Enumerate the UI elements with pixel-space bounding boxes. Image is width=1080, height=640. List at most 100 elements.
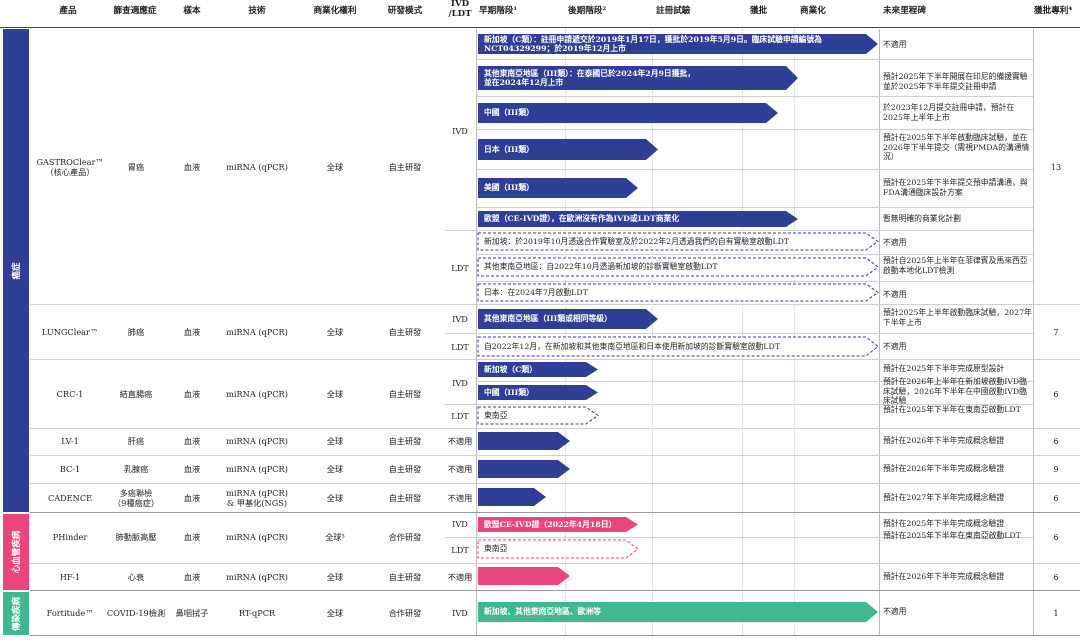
- pipeline-arrow: 新加坡（C類）: [478, 362, 598, 377]
- commercial-rights: 全球: [326, 572, 344, 582]
- header-divider: [0, 27, 1080, 28]
- technology: miRNA (qPCR): [226, 572, 288, 582]
- product-name: LV-1: [61, 436, 79, 446]
- milestone-text: 暫無明確的商業化計劃: [883, 214, 961, 223]
- sample: 血液: [183, 464, 201, 474]
- pipeline-label: 歐盟CE-IVD證（2022年4月18日）: [484, 519, 617, 529]
- row-divider: [30, 359, 1080, 360]
- milestone-text: 預計2025年上半年啟動臨床試驗，2027年下半年上市: [883, 308, 1032, 327]
- indication: 胃癌: [127, 162, 145, 172]
- patents-left-border: [1033, 29, 1034, 635]
- pipeline-arrow: [478, 567, 570, 585]
- commercial-rights: 全球: [326, 389, 344, 399]
- header-milestone: 未來里程碑: [883, 6, 926, 16]
- rd-model: 合作研發: [388, 532, 422, 542]
- pipeline-arrow: 其他東南亞地區：自2022年10月透過新加坡的診斷實驗室啟動LDT: [477, 257, 879, 277]
- pipeline-label: 自2022年12月，在新加坡和其他東南亞地區和日本使用新加坡的診斷實驗室啟動LD…: [484, 341, 780, 351]
- technology: RT-qPCR: [238, 608, 276, 618]
- product-name: CRC-1: [56, 389, 84, 399]
- header-commercial: 商業化: [800, 6, 826, 16]
- type-label: IVD: [452, 314, 468, 324]
- milestone-text: 預計在2025年下半年啟動臨床試驗，並在2026年下半年提交（需視PMDA的溝通…: [883, 133, 1030, 161]
- pipeline-arrow: 歐盟（CE-IVD證），在歐洲沒有作為IVD或LDT商業化: [478, 211, 798, 227]
- product-name: LUNGClear™: [41, 327, 99, 337]
- header-indication: 篩查適應症: [113, 6, 157, 16]
- milestone-text: 預計在2026年下半年完成概念驗證: [883, 572, 1005, 581]
- row-divider: [30, 428, 1080, 429]
- type-label: 不適用: [447, 493, 473, 503]
- commercial-rights: 全球³: [325, 532, 345, 542]
- product-name: GASTROClear™ （核心產品）: [36, 157, 104, 177]
- pipeline-arrow: 新加坡、其他東南亞地區、歐洲等: [478, 602, 878, 622]
- category-infectious: 傳染疾病: [3, 592, 29, 635]
- pipeline-label: 美國（III類）: [484, 183, 534, 193]
- row-divider: [476, 207, 1033, 208]
- technology: miRNA (qPCR): [226, 532, 288, 542]
- commercial-rights: 全球: [326, 493, 344, 503]
- rd-model: 自主研發: [388, 493, 422, 503]
- commercial-rights: 全球: [326, 327, 344, 337]
- sample: 血液: [183, 327, 201, 337]
- milestone-text: 預計在2026年下半年完成概念驗證: [883, 436, 1005, 445]
- type-label: IVD: [452, 608, 468, 618]
- patent-count: 6: [1053, 572, 1059, 582]
- milestone-text: 預計在2025年下半年提交預申請溝通，與FDA溝通臨床設計方案: [883, 178, 1028, 197]
- milestone-text: 預計在2027年下半年完成概念驗證: [883, 493, 1005, 502]
- milestone-text: 不適用: [883, 342, 907, 351]
- indication: 結直腸癌: [119, 389, 153, 399]
- technology: miRNA (qPCR): [226, 162, 288, 172]
- row-divider: [30, 590, 1080, 591]
- product-name: HF-1: [59, 572, 81, 582]
- pipeline-arrow: [478, 460, 570, 478]
- rd-model: 自主研發: [388, 436, 422, 446]
- type-label: 不適用: [447, 436, 473, 446]
- pipeline-arrow: 東南亞: [477, 406, 599, 425]
- commercial-rights: 全球: [326, 436, 344, 446]
- milestone-text: 預計自2025年上半年在菲律賓及馬來西亞啟動本地化LDT檢測: [883, 256, 1028, 275]
- technology: miRNA (qPCR): [226, 327, 288, 337]
- pipeline-label: 其他東南亞地區：自2022年10月透過新加坡的診斷實驗室啟動LDT: [484, 262, 718, 272]
- sample: 鼻咽拭子: [175, 608, 209, 618]
- row-divider: [445, 333, 1033, 334]
- category-label: 傳染疾病: [12, 596, 22, 631]
- sample: 血液: [183, 532, 201, 542]
- patent-count: 13: [1050, 162, 1062, 172]
- row-divider: [476, 169, 1033, 170]
- pipeline-arrow: 中國（III類）: [478, 103, 778, 123]
- commercial-rights: 全球: [326, 608, 344, 618]
- patent-count: 6: [1053, 532, 1059, 542]
- category-label: 心血管疾病: [12, 530, 22, 574]
- header-registration: 註冊試驗: [656, 6, 691, 16]
- stage-divider: [794, 29, 795, 635]
- row-divider: [445, 230, 1033, 231]
- row-divider: [30, 455, 1080, 456]
- pipeline-arrow: 日本（III類）: [478, 139, 658, 160]
- milestone-text: 於2023年12月提交註冊申請，預計在2025年上半年上市: [883, 103, 1015, 122]
- header-patents: 獲批專利⁴: [1034, 6, 1073, 16]
- sample: 血液: [183, 162, 201, 172]
- indication: 心衰: [127, 572, 145, 582]
- pipeline-arrow: 日本：在2024年7月啟動LDT: [477, 283, 879, 302]
- pipeline-label: 新加坡、其他東南亞地區、歐洲等: [484, 607, 601, 617]
- row-divider: [476, 96, 1033, 97]
- row-divider: [30, 512, 1080, 513]
- technology: miRNA (qPCR): [226, 464, 288, 474]
- milestone-text: 預計在2025年下半年在東南亞啟動LDT: [883, 405, 1021, 414]
- pipeline-label: 新加坡（C類）：註冊申請遞交於2019年1月17日，獲批於2019年5月9日。臨…: [484, 34, 822, 54]
- indication: 肝癌: [127, 436, 145, 446]
- sample: 血液: [183, 493, 201, 503]
- type-label: IVD: [452, 378, 468, 388]
- milestone-left-border: [879, 29, 880, 635]
- rd-model: 自主研發: [388, 327, 422, 337]
- rd-model: 自主研發: [388, 162, 422, 172]
- pipeline-arrow: 新加坡（C類）：註冊申請遞交於2019年1月17日，獲批於2019年5月9日。臨…: [478, 34, 878, 54]
- product-name: PHinder: [52, 532, 88, 542]
- commercial-rights: 全球: [326, 162, 344, 172]
- row-divider: [30, 304, 1080, 305]
- milestone-text: 不適用: [883, 238, 907, 247]
- patent-count: 6: [1053, 436, 1059, 446]
- pipeline-label: 日本（III類）: [484, 144, 534, 154]
- pipeline-label: 新加坡：於2019年10月透過合作實驗室及於2022年2月透過我們的自有實驗室啟…: [484, 236, 790, 246]
- header-rights: 商業化權利: [313, 6, 357, 16]
- row-divider: [476, 59, 1033, 60]
